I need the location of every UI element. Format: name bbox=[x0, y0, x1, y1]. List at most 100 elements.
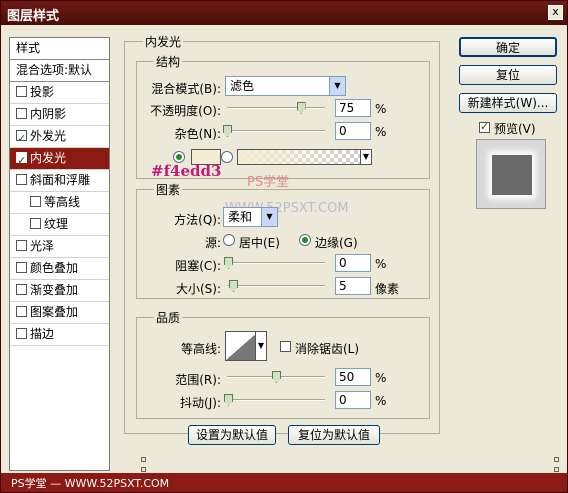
chevron-down-icon: ▼ bbox=[261, 208, 277, 226]
new-style-button[interactable]: 新建样式(W)... bbox=[459, 93, 557, 113]
resize-marker bbox=[141, 457, 146, 462]
jitter-slider[interactable] bbox=[224, 394, 325, 406]
gradient-radio[interactable] bbox=[221, 151, 233, 163]
source-center-radio[interactable] bbox=[223, 234, 235, 246]
sidebar-item-label: 内发光 bbox=[30, 151, 67, 165]
chevron-down-icon[interactable]: ▼ bbox=[255, 331, 267, 361]
opacity-unit: % bbox=[375, 102, 387, 116]
blend-mode-label: 混合模式(B): bbox=[151, 82, 221, 96]
sidebar-item[interactable]: 渐变叠加 bbox=[10, 280, 109, 302]
sidebar-item-checkbox[interactable] bbox=[16, 86, 27, 97]
noise-unit: % bbox=[375, 125, 387, 139]
size-input[interactable]: 5 bbox=[335, 277, 371, 295]
sidebar-item[interactable]: 等高线 bbox=[10, 192, 109, 214]
range-label: 范围(R): bbox=[175, 373, 221, 387]
sidebar-item[interactable]: 纹理 bbox=[10, 214, 109, 236]
range-slider[interactable] bbox=[227, 371, 325, 383]
range-input[interactable]: 50 bbox=[335, 368, 371, 386]
size-unit: 像素 bbox=[375, 282, 400, 296]
blend-options-item[interactable]: 混合选项:默认 bbox=[10, 60, 109, 82]
sidebar-item-checkbox[interactable] bbox=[16, 128, 27, 149]
method-value: 柔和 bbox=[228, 210, 253, 224]
sidebar-item-label: 纹理 bbox=[44, 217, 69, 231]
range-unit: % bbox=[375, 371, 387, 385]
make-default-button[interactable]: 设置为默认值 bbox=[188, 425, 276, 445]
contour-picker[interactable] bbox=[225, 331, 259, 361]
sidebar-item-checkbox[interactable] bbox=[16, 150, 27, 171]
sidebar-item-label: 投影 bbox=[30, 85, 55, 99]
glow-gradient-picker[interactable]: ▼ bbox=[237, 149, 372, 165]
choke-label: 阻塞(C): bbox=[175, 259, 221, 273]
choke-input[interactable]: 0 bbox=[335, 254, 371, 272]
opacity-slider[interactable] bbox=[227, 102, 325, 114]
resize-marker bbox=[554, 467, 559, 472]
jitter-input[interactable]: 0 bbox=[335, 391, 371, 409]
sidebar-item-checkbox[interactable] bbox=[30, 196, 41, 207]
jitter-label: 抖动(J): bbox=[180, 396, 221, 410]
reset-default-button[interactable]: 复位为默认值 bbox=[288, 425, 380, 445]
sidebar-item-checkbox[interactable] bbox=[16, 306, 27, 317]
sidebar-item[interactable]: 斜面和浮雕 bbox=[10, 170, 109, 192]
resize-marker bbox=[141, 467, 146, 472]
sidebar-item[interactable]: 光泽 bbox=[10, 236, 109, 258]
sidebar-item[interactable]: 外发光 bbox=[10, 126, 109, 149]
sidebar-item[interactable]: 描边 bbox=[10, 324, 109, 346]
sidebar-item-label: 内阴影 bbox=[30, 107, 67, 121]
opacity-slider-thumb[interactable] bbox=[296, 102, 306, 114]
choke-slider[interactable] bbox=[224, 257, 325, 269]
elements-title: 图素 bbox=[154, 181, 183, 198]
sidebar-item-checkbox[interactable] bbox=[30, 218, 41, 229]
sidebar-item-checkbox[interactable] bbox=[16, 240, 27, 251]
size-slider[interactable] bbox=[227, 280, 325, 292]
watermark-ps: PS学堂 bbox=[247, 175, 290, 190]
source-label: 源: bbox=[204, 236, 221, 250]
close-icon[interactable]: x bbox=[548, 5, 563, 20]
sidebar-item[interactable]: 内发光 bbox=[10, 148, 109, 171]
title-bar: 图层样式 x bbox=[1, 1, 567, 25]
preview-checkbox[interactable] bbox=[479, 120, 490, 133]
footer-watermark: PS学堂 — WWW.52PSXT.COM bbox=[11, 477, 170, 490]
sidebar-item-checkbox[interactable] bbox=[16, 262, 27, 273]
styles-list: 样式 混合选项:默认 投影内阴影外发光内发光斜面和浮雕等高线纹理光泽颜色叠加渐变… bbox=[9, 37, 110, 471]
chevron-down-icon: ▼ bbox=[329, 77, 345, 95]
sidebar-item-checkbox[interactable] bbox=[16, 328, 27, 339]
source-center-label[interactable]: 居中(E) bbox=[239, 234, 280, 251]
color-hex-annotation: #f4edd3 bbox=[151, 162, 222, 180]
method-select[interactable]: 柔和 ▼ bbox=[223, 207, 278, 227]
opacity-input[interactable]: 75 bbox=[335, 99, 371, 117]
source-edge-radio[interactable] bbox=[299, 234, 311, 246]
sidebar-item-label: 等高线 bbox=[44, 195, 81, 209]
antialias-label[interactable]: 消除锯齿(L) bbox=[295, 340, 359, 357]
structure-title: 结构 bbox=[154, 53, 183, 70]
ok-button[interactable]: 确定 bbox=[459, 37, 557, 57]
range-slider-thumb[interactable] bbox=[272, 371, 281, 383]
method-label: 方法(Q): bbox=[174, 213, 221, 227]
opacity-label: 不透明度(O): bbox=[150, 104, 221, 118]
sidebar-item[interactable]: 内阴影 bbox=[10, 104, 109, 126]
choke-unit: % bbox=[375, 257, 387, 271]
noise-slider[interactable] bbox=[223, 125, 325, 137]
sidebar-item-checkbox[interactable] bbox=[16, 284, 27, 295]
sidebar-item[interactable]: 投影 bbox=[10, 82, 109, 104]
noise-input[interactable]: 0 bbox=[335, 122, 371, 140]
sidebar-item[interactable]: 颜色叠加 bbox=[10, 258, 109, 280]
blend-mode-select[interactable]: 滤色 ▼ bbox=[225, 76, 346, 96]
sidebar-item-label: 斜面和浮雕 bbox=[30, 173, 91, 187]
source-edge-label[interactable]: 边缘(G) bbox=[315, 234, 358, 251]
blend-mode-value: 滤色 bbox=[230, 79, 255, 93]
chevron-down-icon[interactable]: ▼ bbox=[360, 149, 372, 165]
sidebar-item-checkbox[interactable] bbox=[16, 174, 27, 185]
sidebar-item[interactable]: 图案叠加 bbox=[10, 302, 109, 324]
sidebar-item-checkbox[interactable] bbox=[16, 108, 27, 119]
sidebar-item-label: 光泽 bbox=[30, 239, 55, 253]
sidebar-item-label: 图案叠加 bbox=[30, 305, 79, 319]
preview-label[interactable]: 预览(V) bbox=[494, 120, 536, 137]
antialias-checkbox[interactable] bbox=[280, 341, 291, 352]
contour-label: 等高线: bbox=[180, 342, 221, 356]
style-preview bbox=[476, 139, 546, 209]
styles-header[interactable]: 样式 bbox=[10, 38, 109, 60]
reset-button[interactable]: 复位 bbox=[459, 65, 557, 85]
footer-watermark-strip: PS学堂 — WWW.52PSXT.COM bbox=[1, 473, 567, 492]
size-slider-thumb[interactable] bbox=[229, 280, 238, 292]
sidebar-item-label: 描边 bbox=[30, 327, 55, 341]
